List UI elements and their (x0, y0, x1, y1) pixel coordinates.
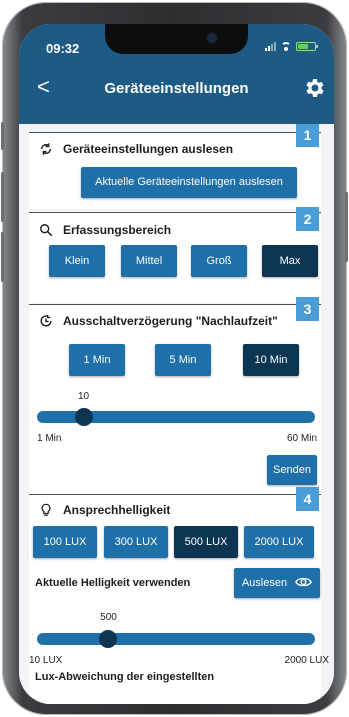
gear-icon[interactable] (302, 76, 326, 100)
lux-deviation-label: Lux-Abweichung der eingestellten (35, 671, 215, 683)
lux-option-100[interactable]: 100 LUX (33, 526, 97, 558)
camera-icon (207, 33, 217, 43)
section-detection-range: 2 Erfassungsbereich Klein Mittel Groß Ma… (29, 207, 321, 303)
power-button (345, 192, 348, 262)
screen: 09:32 < Geräteeinstellungen 1 Geräteeins… (19, 24, 334, 704)
app-header: 09:32 < Geräteeinstellungen (19, 24, 334, 124)
section-title: Ausschaltverzögerung "Nachlaufzeit" (63, 314, 278, 328)
battery-icon (296, 41, 318, 51)
signal-icon (265, 41, 276, 51)
slider-max-label: 60 Min (286, 433, 317, 444)
slider-min-label: 10 LUX (29, 655, 63, 666)
section-title: Ansprechhelligkeit (63, 503, 171, 517)
delay-slider-knob[interactable] (74, 408, 93, 426)
range-option-gross[interactable]: Groß (191, 245, 247, 277)
status-time: 09:32 (46, 41, 80, 56)
delay-option-5-min[interactable]: 5 Min (155, 344, 211, 376)
settings-content[interactable]: 1 Geräteeinstellungen auslesen Aktuelle … (19, 124, 334, 704)
range-option-max[interactable]: Max (262, 245, 318, 277)
section-brightness: 4 Ansprechhelligkeit 100 LUX 300 LUX 500… (29, 487, 329, 704)
lux-option-500[interactable]: 500 LUX (174, 526, 238, 558)
lightbulb-icon (41, 503, 51, 516)
volume-down-button (1, 232, 4, 282)
mute-switch (1, 122, 4, 150)
brightness-slider-track[interactable] (37, 633, 315, 645)
delay-option-10-min[interactable]: 10 Min (243, 344, 299, 376)
read-brightness-label: Auslesen (241, 577, 288, 589)
refresh-icon (40, 143, 52, 155)
send-button[interactable]: Senden (267, 455, 317, 485)
brightness-slider-knob[interactable] (99, 630, 118, 648)
section-badge: 1 (296, 124, 319, 147)
section-switch-off-delay: 3 Ausschaltverzögerung "Nachlaufzeit" 1 … (29, 297, 321, 495)
section-badge: 2 (296, 207, 319, 231)
slider-min-label: 1 Min (37, 433, 62, 444)
slider-value-label: 10 (78, 391, 90, 402)
slider-value-label: 500 (100, 612, 117, 623)
read-settings-button[interactable]: Aktuelle Geräteeinstellungen auslesen (81, 167, 297, 198)
slider-max-label: 2000 LUX (284, 655, 329, 666)
range-option-mittel[interactable]: Mittel (121, 245, 177, 277)
section-read-settings: 1 Geräteeinstellungen auslesen Aktuelle … (29, 124, 321, 209)
wifi-icon (280, 41, 292, 51)
eye-icon (295, 577, 313, 587)
read-brightness-button[interactable]: Auslesen (234, 568, 320, 598)
phone-frame: 09:32 < Geräteeinstellungen 1 Geräteeins… (1, 2, 348, 715)
delay-option-1-min[interactable]: 1 Min (69, 344, 125, 376)
section-badge: 4 (296, 487, 319, 511)
lux-option-300[interactable]: 300 LUX (104, 526, 168, 558)
page-title: Geräteeinstellungen (104, 80, 249, 97)
lux-option-2000[interactable]: 2000 LUX (244, 526, 314, 558)
section-title: Erfassungsbereich (63, 223, 172, 237)
search-icon (40, 224, 53, 237)
volume-up-button (1, 172, 4, 222)
status-icons (265, 41, 318, 51)
range-option-klein[interactable]: Klein (49, 245, 105, 277)
use-current-brightness-label: Aktuelle Helligkeit verwenden (35, 577, 191, 589)
timer-icon (40, 314, 52, 327)
section-badge: 3 (296, 297, 319, 321)
section-title: Geräteeinstellungen auslesen (63, 142, 234, 156)
notch (105, 24, 248, 54)
